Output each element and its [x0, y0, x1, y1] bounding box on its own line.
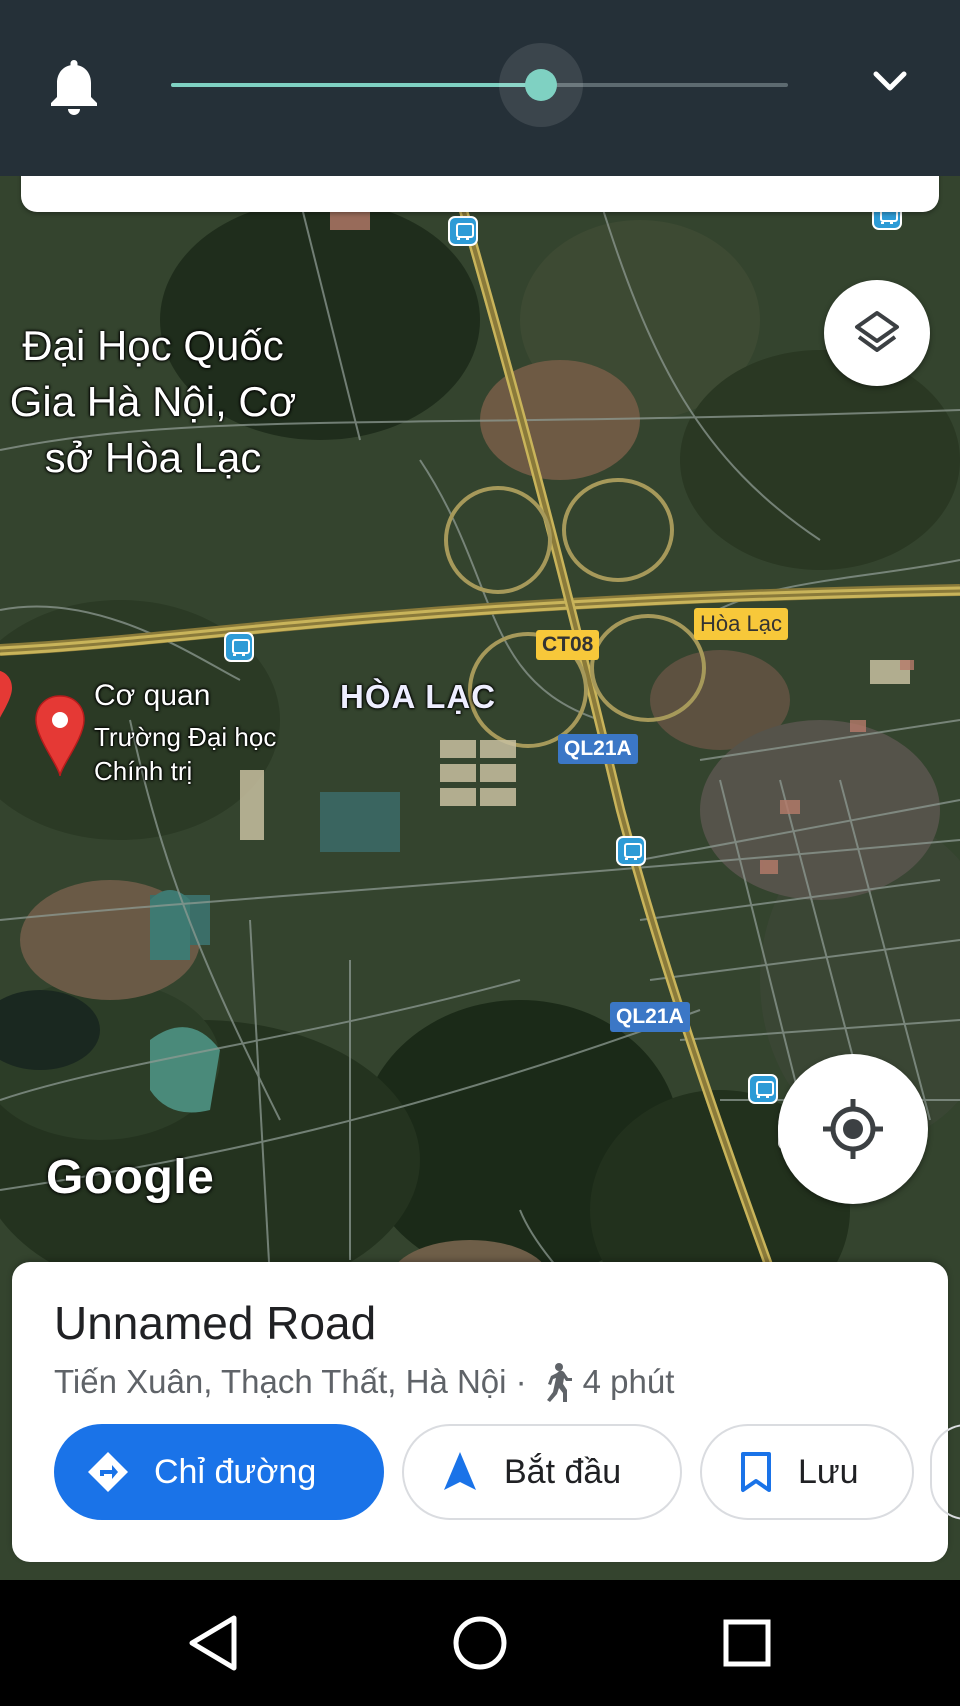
layers-icon — [855, 311, 899, 352]
bus-stop-icon[interactable] — [448, 216, 478, 246]
volume-slider-fill — [171, 83, 542, 87]
walk-icon — [546, 1363, 572, 1402]
save-label: Lưu — [798, 1452, 859, 1491]
google-logo: Google — [46, 1151, 215, 1204]
poi-subtitle-label[interactable]: Trường Đại học Chính trị — [94, 720, 294, 788]
start-navigation-button[interactable]: Bắt đầu — [402, 1424, 682, 1520]
road-shield-ql21a-bottom: QL21A — [610, 1002, 690, 1032]
my-location-icon — [823, 1099, 883, 1159]
chevron-down-icon[interactable] — [872, 66, 908, 96]
area-label: HÒA LẠC — [340, 678, 497, 715]
bus-stop-icon[interactable] — [616, 836, 646, 866]
directions-label: Chỉ đường — [154, 1452, 317, 1491]
volume-slider-thumb[interactable] — [525, 69, 558, 101]
layers-button[interactable] — [824, 280, 930, 386]
my-location-button[interactable] — [778, 1054, 928, 1204]
directions-button[interactable]: Chỉ đường — [54, 1424, 384, 1520]
bus-stop-icon[interactable] — [224, 632, 254, 662]
university-label[interactable]: Đại Học Quốc Gia Hà Nội, Cơ sở Hòa Lạc — [0, 318, 308, 486]
directions-icon — [88, 1452, 128, 1492]
bookmark-icon — [741, 1452, 771, 1492]
poi-pin-icon[interactable] — [32, 694, 88, 778]
partial-pin-icon[interactable] — [0, 668, 14, 738]
volume-panel — [0, 0, 960, 176]
place-bottom-sheet[interactable]: Unnamed Road Tiến Xuân, Thạch Thất, Hà N… — [12, 1262, 960, 1562]
place-title: Unnamed Road — [54, 1297, 377, 1349]
bell-icon[interactable] — [46, 56, 102, 116]
place-address: Tiến Xuân, Thạch Thất, Hà Nội · — [54, 1363, 527, 1400]
road-shield-ct08: CT08 — [536, 630, 600, 660]
navigation-arrow-icon — [444, 1452, 476, 1490]
volume-slider[interactable] — [171, 43, 788, 127]
place-address-row: Tiến Xuân, Thạch Thất, Hà Nội · 4 phút — [54, 1362, 674, 1402]
recent-apps-icon[interactable] — [712, 1608, 782, 1678]
bus-stop-icon[interactable] — [748, 1074, 778, 1104]
place-tag-hoa-lac[interactable]: Hòa Lạc — [694, 608, 788, 640]
system-nav-bar — [0, 1580, 960, 1706]
poi-title-label[interactable]: Cơ quan — [94, 678, 210, 714]
back-icon[interactable] — [178, 1608, 248, 1678]
save-button[interactable]: Lưu — [700, 1424, 914, 1520]
road-shield-ql21a-top: QL21A — [558, 734, 638, 764]
more-actions-button[interactable] — [930, 1424, 960, 1520]
walk-time: 4 phút — [582, 1363, 675, 1400]
start-label: Bắt đầu — [504, 1452, 622, 1491]
home-icon[interactable] — [445, 1608, 515, 1678]
